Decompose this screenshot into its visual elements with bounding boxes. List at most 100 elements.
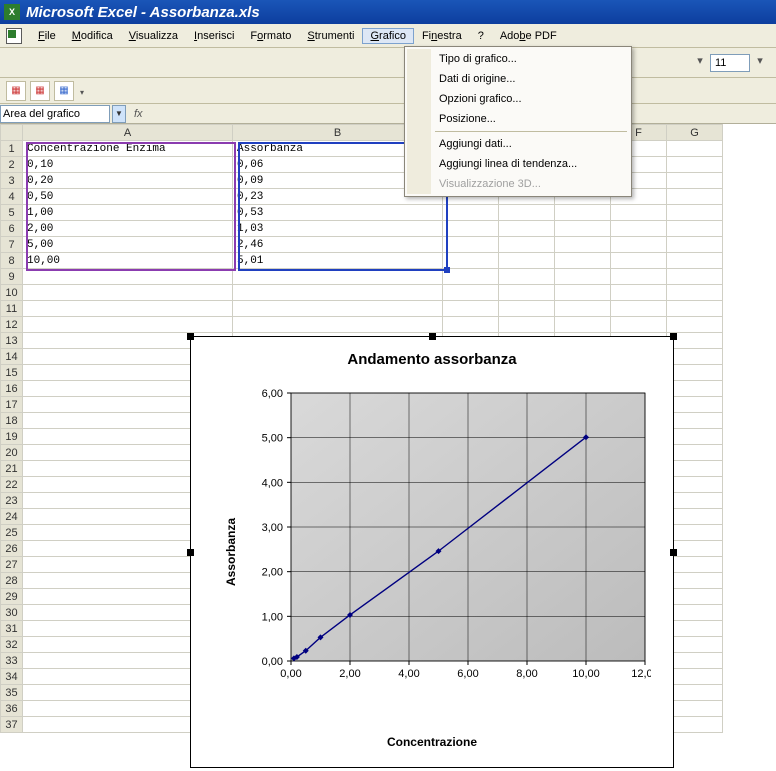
cell-G36[interactable] (667, 701, 723, 717)
resize-handle[interactable] (670, 549, 677, 556)
pdf-button-2[interactable]: ▦ (30, 81, 50, 101)
font-size-input[interactable] (710, 54, 750, 72)
menu-formato[interactable]: Formato (242, 28, 299, 44)
select-all-cell[interactable] (1, 125, 23, 141)
cell-G33[interactable] (667, 653, 723, 669)
row-header-30[interactable]: 30 (1, 605, 23, 621)
cell-B11[interactable] (233, 301, 443, 317)
menu-grafico[interactable]: Grafico (362, 28, 413, 44)
pdf-button-3[interactable]: ▦ (54, 81, 74, 101)
row-header-19[interactable]: 19 (1, 429, 23, 445)
row-header-3[interactable]: 3 (1, 173, 23, 189)
resize-handle[interactable] (187, 333, 194, 340)
row-header-24[interactable]: 24 (1, 509, 23, 525)
row-header-1[interactable]: 1 (1, 141, 23, 157)
menu-item-aggiungi-linea[interactable]: Aggiungi linea di tendenza... (407, 154, 629, 174)
cell-G14[interactable] (667, 349, 723, 365)
cell-G20[interactable] (667, 445, 723, 461)
cell-C12[interactable] (443, 317, 499, 333)
menu-strumenti[interactable]: Strumenti (299, 28, 362, 44)
cell-A1[interactable]: Concentrazione Enzima (23, 141, 233, 157)
cell-G18[interactable] (667, 413, 723, 429)
cell-F7[interactable] (611, 237, 667, 253)
embedded-chart[interactable]: Andamento assorbanza Assorbanza 0,002,00… (190, 336, 674, 768)
row-header-13[interactable]: 13 (1, 333, 23, 349)
row-header-33[interactable]: 33 (1, 653, 23, 669)
menu-visualizza[interactable]: Visualizza (121, 28, 186, 44)
name-box-dropdown[interactable]: ▼ (112, 105, 126, 123)
menu-item-dati-origine[interactable]: Dati di origine... (407, 69, 629, 89)
row-header-20[interactable]: 20 (1, 445, 23, 461)
row-header-10[interactable]: 10 (1, 285, 23, 301)
row-header-7[interactable]: 7 (1, 237, 23, 253)
cell-C8[interactable] (443, 253, 499, 269)
menu-file[interactable]: File (30, 28, 64, 44)
cell-C11[interactable] (443, 301, 499, 317)
menu-adobe[interactable]: Adobe PDF (492, 28, 565, 44)
cell-F10[interactable] (611, 285, 667, 301)
cell-G7[interactable] (667, 237, 723, 253)
cell-G28[interactable] (667, 573, 723, 589)
cell-C7[interactable] (443, 237, 499, 253)
resize-handle[interactable] (670, 333, 677, 340)
row-header-8[interactable]: 8 (1, 253, 23, 269)
cell-C6[interactable] (443, 221, 499, 237)
cell-G3[interactable] (667, 173, 723, 189)
cell-D5[interactable] (499, 205, 555, 221)
cell-D11[interactable] (499, 301, 555, 317)
row-header-2[interactable]: 2 (1, 157, 23, 173)
row-header-9[interactable]: 9 (1, 269, 23, 285)
menu-modifica[interactable]: Modifica (64, 28, 121, 44)
cell-G4[interactable] (667, 189, 723, 205)
menu-finestra[interactable]: Finestra (414, 28, 470, 44)
cell-A11[interactable] (23, 301, 233, 317)
fx-label[interactable]: fx (134, 108, 143, 120)
cell-B7[interactable]: 2,46 (233, 237, 443, 253)
row-header-31[interactable]: 31 (1, 621, 23, 637)
cell-E11[interactable] (555, 301, 611, 317)
cell-E6[interactable] (555, 221, 611, 237)
cell-A5[interactable]: 1,00 (23, 205, 233, 221)
cell-G1[interactable] (667, 141, 723, 157)
cell-G29[interactable] (667, 589, 723, 605)
cell-G8[interactable] (667, 253, 723, 269)
name-box[interactable] (0, 105, 110, 123)
row-header-26[interactable]: 26 (1, 541, 23, 557)
cell-A10[interactable] (23, 285, 233, 301)
cell-D8[interactable] (499, 253, 555, 269)
row-header-12[interactable]: 12 (1, 317, 23, 333)
cell-E10[interactable] (555, 285, 611, 301)
cell-A12[interactable] (23, 317, 233, 333)
dropdown-icon[interactable]: ▾ (694, 54, 706, 72)
cell-D6[interactable] (499, 221, 555, 237)
row-header-34[interactable]: 34 (1, 669, 23, 685)
cell-B9[interactable] (233, 269, 443, 285)
cell-G22[interactable] (667, 477, 723, 493)
menu-item-opzioni-grafico[interactable]: Opzioni grafico... (407, 89, 629, 109)
row-header-23[interactable]: 23 (1, 493, 23, 509)
cell-E7[interactable] (555, 237, 611, 253)
cell-E5[interactable] (555, 205, 611, 221)
cell-G35[interactable] (667, 685, 723, 701)
column-header-G[interactable]: G (667, 125, 723, 141)
row-header-35[interactable]: 35 (1, 685, 23, 701)
cell-G21[interactable] (667, 461, 723, 477)
row-header-14[interactable]: 14 (1, 349, 23, 365)
cell-G37[interactable] (667, 717, 723, 733)
cell-F11[interactable] (611, 301, 667, 317)
cell-E9[interactable] (555, 269, 611, 285)
row-header-32[interactable]: 32 (1, 637, 23, 653)
resize-handle[interactable] (187, 549, 194, 556)
cell-G6[interactable] (667, 221, 723, 237)
menu-inserisci[interactable]: Inserisci (186, 28, 242, 44)
cell-G16[interactable] (667, 381, 723, 397)
cell-G24[interactable] (667, 509, 723, 525)
cell-G27[interactable] (667, 557, 723, 573)
menu-item-aggiungi-dati[interactable]: Aggiungi dati... (407, 134, 629, 154)
row-header-36[interactable]: 36 (1, 701, 23, 717)
cell-G10[interactable] (667, 285, 723, 301)
row-header-18[interactable]: 18 (1, 413, 23, 429)
row-header-6[interactable]: 6 (1, 221, 23, 237)
row-header-25[interactable]: 25 (1, 525, 23, 541)
cell-A8[interactable]: 10,00 (23, 253, 233, 269)
